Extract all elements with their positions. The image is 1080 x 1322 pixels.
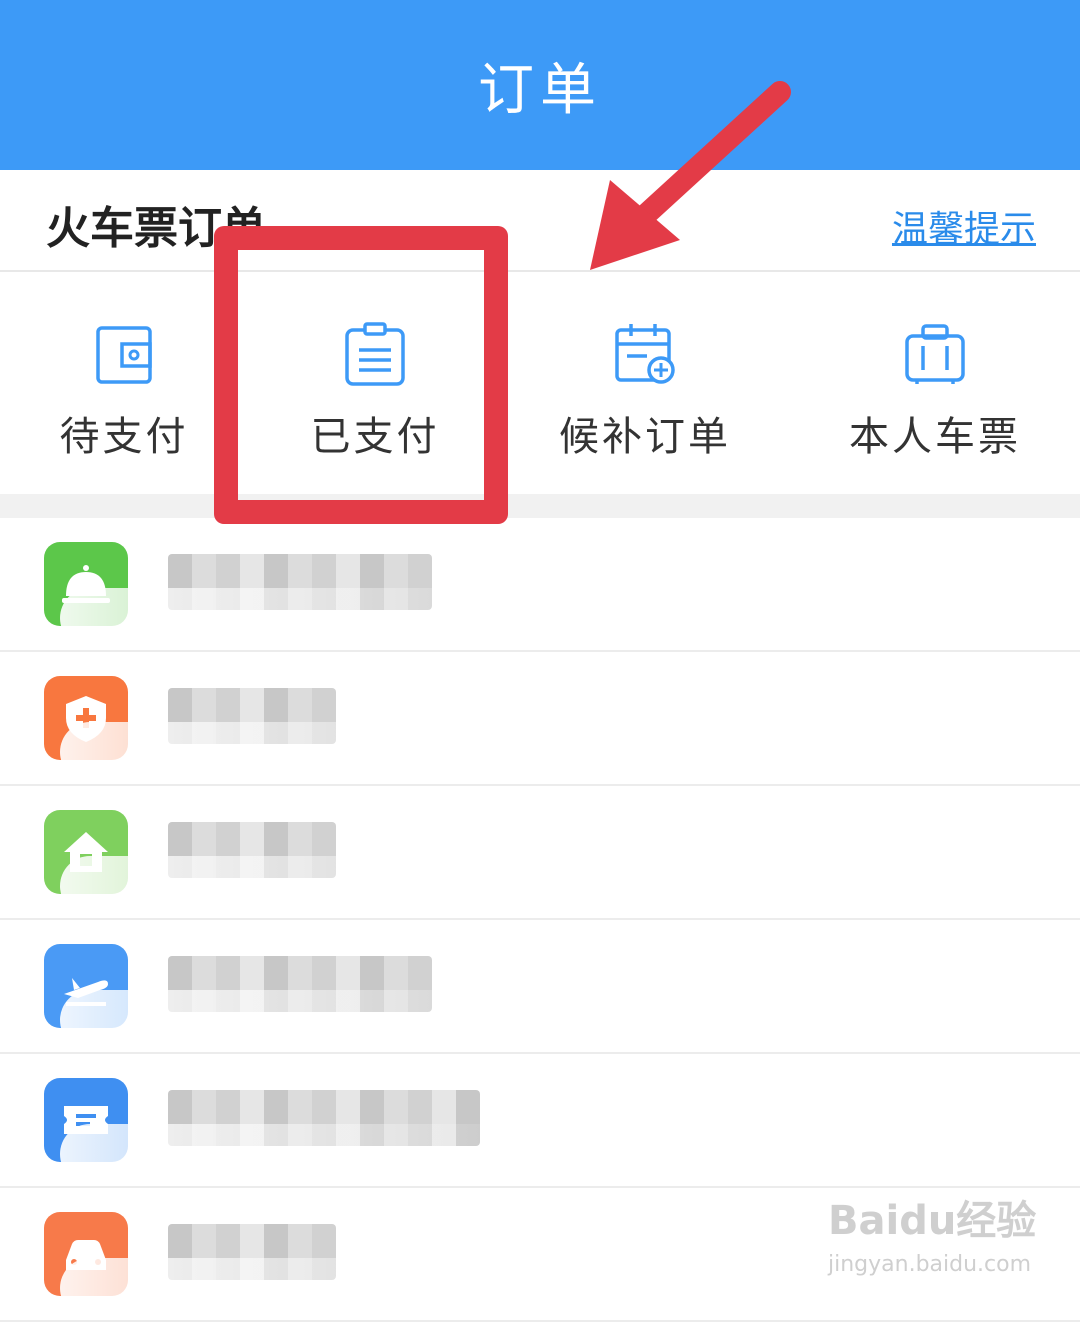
redaction-smear — [60, 588, 540, 648]
list-item[interactable] — [0, 920, 1080, 1054]
list-item[interactable] — [0, 652, 1080, 786]
tab-pending-payment[interactable]: 待支付 — [14, 322, 234, 462]
wallet-icon — [96, 326, 152, 384]
section-divider — [0, 494, 1080, 518]
app-header: 订单 — [0, 0, 1080, 170]
redaction-smear — [60, 990, 540, 1050]
list-item[interactable] — [0, 1054, 1080, 1188]
suitcase-icon — [905, 324, 965, 384]
highlight-box — [214, 226, 508, 524]
tab-label: 本人车票 — [849, 414, 1021, 460]
order-status-tabs: 待支付 已支付 候补订单 本人车票 — [0, 272, 1080, 494]
list-item[interactable] — [0, 786, 1080, 920]
tab-label: 候补订单 — [559, 414, 731, 460]
redaction-smear — [60, 856, 540, 916]
tab-label: 待支付 — [59, 414, 189, 460]
tab-my-tickets[interactable]: 本人车票 — [825, 322, 1045, 462]
train-orders-section-header: 火车票订单 温馨提示 — [0, 170, 1080, 272]
redaction-smear — [60, 1124, 540, 1184]
red-arrow-icon — [590, 81, 791, 270]
redaction-smear — [60, 1258, 540, 1318]
watermark-domain: jingyan.baidu.com — [828, 1252, 1032, 1277]
tips-link[interactable]: 温馨提示 — [892, 200, 1036, 252]
tab-waitlist-orders[interactable]: 候补订单 — [535, 322, 755, 462]
calendar-add-icon — [615, 324, 675, 384]
list-item[interactable] — [0, 518, 1080, 652]
redaction-smear — [60, 722, 540, 782]
watermark: Baidu经验 jingyan.baidu.com — [828, 1188, 1036, 1277]
watermark-brand: Baidu经验 — [828, 1198, 1037, 1244]
